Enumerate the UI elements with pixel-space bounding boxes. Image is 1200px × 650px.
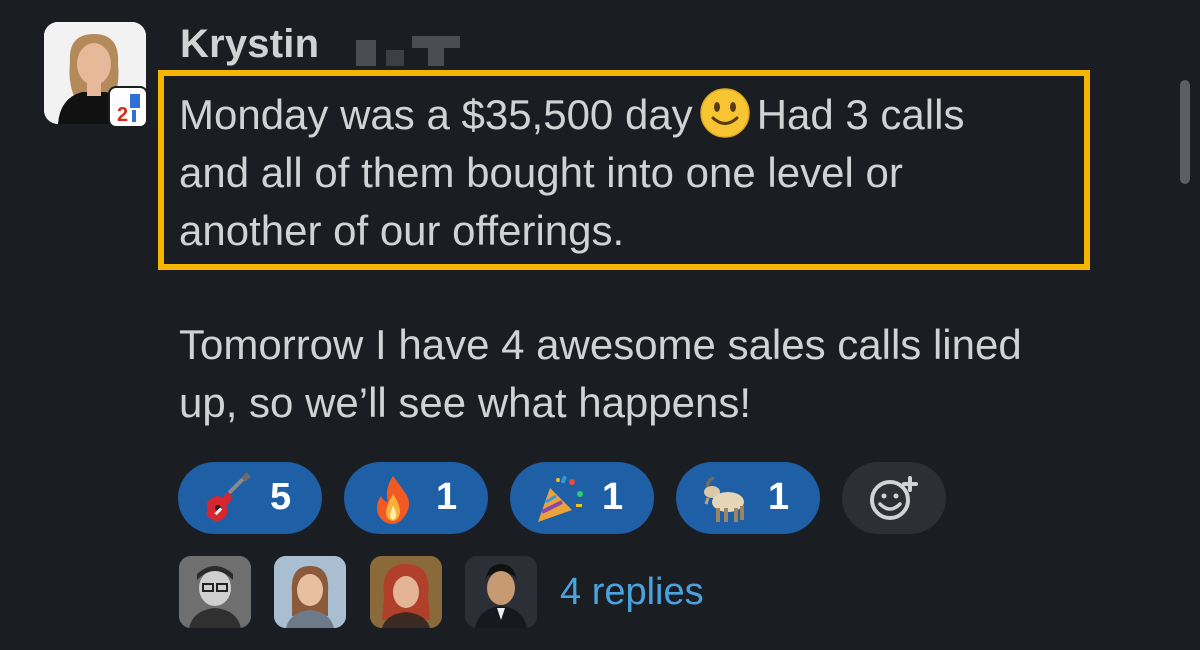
replier-avatar[interactable] [465,556,537,628]
status-badge: 2 [108,86,148,128]
message-line-1: Monday was a $35,500 day Had 3 calls [179,86,964,144]
add-emoji-icon [870,476,918,520]
scrollbar[interactable] [1180,80,1190,184]
replier-avatar[interactable] [179,556,251,628]
message-text: Had 3 calls [756,91,965,138]
author-name[interactable]: Krystin [180,22,319,67]
message-line-5: up, so we’ll see what happens! [179,379,752,426]
guitar-icon [200,472,254,526]
reaction-count: 1 [768,476,790,518]
reaction-guitar[interactable]: 5 [178,462,322,534]
party-popper-icon [532,472,586,526]
reaction-fire[interactable]: 1 [344,462,488,534]
smiling-face-icon [699,87,751,139]
reaction-count: 1 [602,476,624,518]
reaction-goat[interactable]: 1 [676,462,820,534]
redacted-text [356,36,462,66]
goat-icon [698,472,752,526]
message-view: 2 Krystin Monday was a $35,500 day Had 3… [0,0,1200,650]
replier-avatar[interactable] [274,556,346,628]
reaction-party-popper[interactable]: 1 [510,462,654,534]
message-line-3: another of our offerings. [179,207,625,254]
message-text: Monday was a $35,500 day [179,91,693,138]
add-reaction-button[interactable] [842,462,946,534]
reaction-count: 5 [270,476,292,518]
svg-text:2: 2 [117,104,128,126]
fire-icon [366,472,420,526]
message-line-2: and all of them bought into one level or [179,149,903,196]
thread-replies-link[interactable]: 4 replies [560,571,704,614]
reaction-count: 1 [436,476,458,518]
message-line-4: Tomorrow I have 4 awesome sales calls li… [179,321,1022,368]
replier-avatar[interactable] [370,556,442,628]
